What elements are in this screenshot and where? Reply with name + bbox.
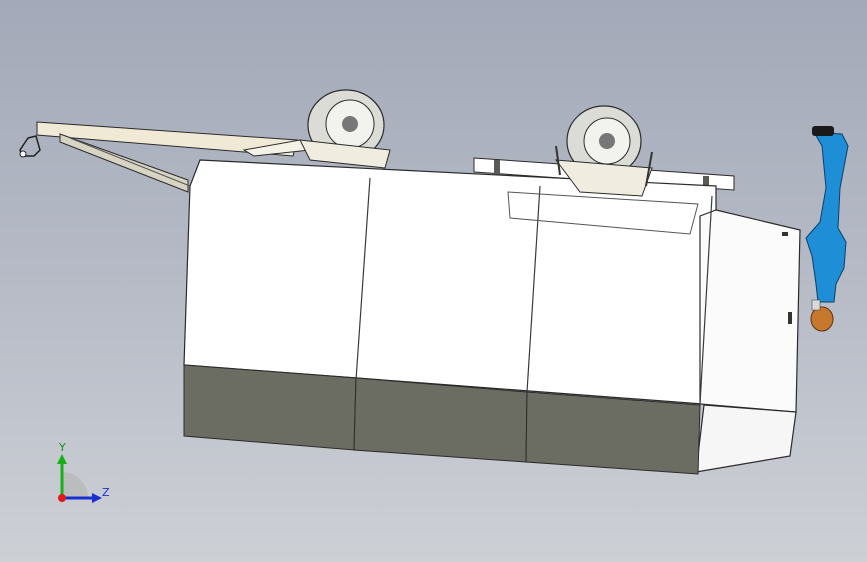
triad-z-label: Z — [102, 486, 110, 499]
graphics-viewport[interactable]: Y Z — [0, 0, 867, 562]
roof-spare-wheel-front[interactable] — [299, 89, 391, 169]
x-axis-dot-icon — [58, 494, 66, 502]
triad-y-label: Y — [59, 441, 66, 454]
trailer-model[interactable] — [0, 0, 867, 562]
mannequin[interactable] — [805, 126, 849, 332]
triad-plane-icon — [62, 472, 88, 498]
